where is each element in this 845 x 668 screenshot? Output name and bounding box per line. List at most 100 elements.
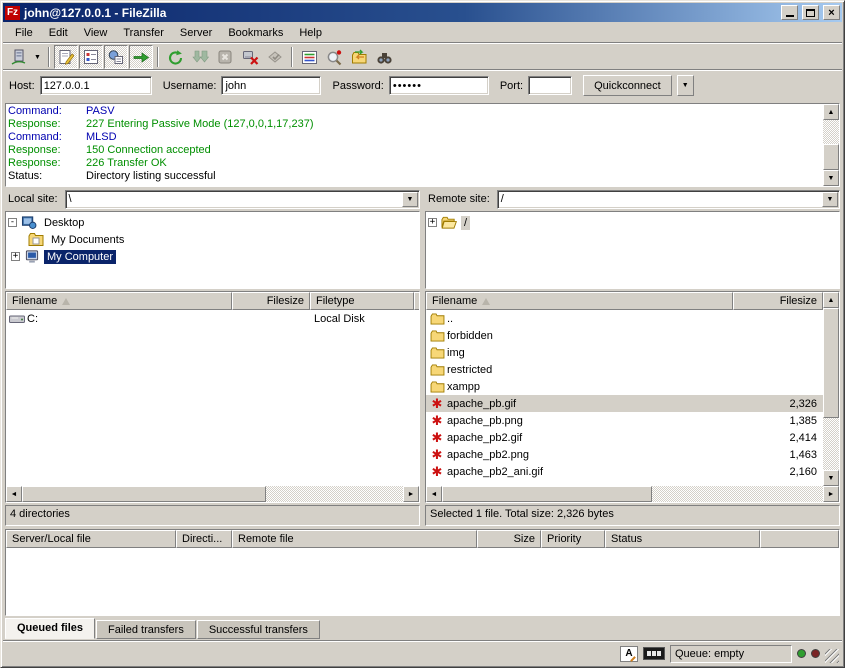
tree-item-desktop[interactable]: - Desktop	[8, 214, 417, 231]
find-files-icon	[376, 50, 393, 65]
local-list-status: 4 directories	[5, 505, 420, 526]
column-header-status[interactable]: Status	[605, 530, 760, 548]
quickconnect-button[interactable]: Quickconnect	[583, 75, 672, 96]
directory-comparison-button[interactable]	[322, 45, 346, 69]
synchronized-browsing-button[interactable]	[347, 45, 371, 69]
menu-bookmarks[interactable]: Bookmarks	[220, 24, 291, 42]
remote-hscroll-thumb[interactable]	[442, 486, 652, 502]
file-row[interactable]: ✱ apache_pb2_ani.gif 2,160	[426, 463, 823, 480]
filter-button[interactable]	[297, 45, 321, 69]
password-input[interactable]	[389, 76, 489, 95]
site-manager-button[interactable]	[6, 45, 30, 69]
file-row[interactable]: ..	[426, 310, 823, 327]
local-hscroll-thumb[interactable]	[22, 486, 266, 502]
queue-body[interactable]	[6, 548, 839, 615]
file-row[interactable]: C: Local Disk	[6, 310, 419, 327]
file-row[interactable]: ✱ apache_pb.png 1,385	[426, 412, 823, 429]
reconnect-button-disabled[interactable]	[263, 45, 287, 69]
scroll-up-icon[interactable]: ▲	[823, 292, 839, 308]
column-header-filesize[interactable]: Filesize	[232, 292, 310, 310]
header-label: Remote file	[238, 533, 294, 545]
log-scroll-thumb[interactable]	[823, 144, 839, 170]
tab-queued-files[interactable]: Queued files	[5, 618, 95, 639]
toggle-message-log-button[interactable]	[54, 45, 78, 69]
remote-horizontal-scrollbar[interactable]: ◄ ►	[426, 486, 839, 502]
remote-site-path: /	[498, 193, 822, 205]
scroll-right-icon[interactable]: ►	[823, 486, 839, 502]
expand-icon[interactable]: +	[11, 252, 20, 261]
disconnect-button[interactable]	[238, 45, 262, 69]
username-input[interactable]	[221, 76, 321, 95]
menu-server[interactable]: Server	[172, 24, 220, 42]
local-site-combo[interactable]: \ ▼	[65, 190, 420, 209]
tab-failed-transfers[interactable]: Failed transfers	[96, 620, 196, 639]
menu-help[interactable]: Help	[291, 24, 330, 42]
column-header-direction[interactable]: Directi...	[176, 530, 232, 548]
log-scrollbar[interactable]: ▲ ▼	[823, 104, 839, 186]
toggle-remote-tree-button[interactable]	[104, 45, 128, 69]
minimize-button[interactable]	[781, 5, 798, 20]
log-text: 226 Transfer OK	[86, 157, 167, 170]
scroll-down-icon[interactable]: ▼	[823, 470, 839, 486]
log-scroll-track[interactable]	[823, 120, 839, 170]
column-header-remote-file[interactable]: Remote file	[232, 530, 477, 548]
column-header-filesize[interactable]: Filesize	[733, 292, 823, 310]
log-text: MLSD	[86, 131, 117, 144]
scroll-up-icon[interactable]: ▲	[823, 104, 839, 120]
chevron-down-icon[interactable]: ▼	[822, 192, 838, 207]
process-queue-button-disabled[interactable]	[188, 45, 212, 69]
maximize-button[interactable]	[802, 5, 819, 20]
quickconnect-dropdown[interactable]: ▼	[677, 75, 694, 96]
menu-view[interactable]: View	[76, 24, 116, 42]
remote-file-rows: .. forbidden img	[426, 310, 823, 486]
remote-vscroll-track[interactable]	[823, 308, 839, 470]
remote-site-combo[interactable]: / ▼	[497, 190, 840, 209]
chevron-down-icon[interactable]: ▼	[402, 192, 418, 207]
find-files-button[interactable]	[372, 45, 396, 69]
remote-vertical-scrollbar[interactable]: ▲ ▼	[823, 292, 839, 486]
column-header-server-local-file[interactable]: Server/Local file	[6, 530, 176, 548]
close-button[interactable]: ×	[823, 5, 840, 20]
column-header-size[interactable]: Size	[477, 530, 541, 548]
file-row[interactable]: ✱ apache_pb2.png 1,463	[426, 446, 823, 463]
column-header-filename[interactable]: Filename	[426, 292, 733, 310]
host-input[interactable]	[40, 76, 152, 95]
file-row[interactable]: xampp	[426, 378, 823, 395]
expand-icon[interactable]: +	[428, 218, 437, 227]
tree-item-my-computer[interactable]: + My Computer	[11, 248, 417, 265]
refresh-button[interactable]	[163, 45, 187, 69]
menu-edit[interactable]: Edit	[41, 24, 76, 42]
column-header-last-modified[interactable]: L	[414, 292, 419, 310]
scroll-right-icon[interactable]: ►	[403, 486, 419, 502]
file-row[interactable]: restricted	[426, 361, 823, 378]
file-row[interactable]: ✱ apache_pb2.gif 2,414	[426, 429, 823, 446]
scroll-down-icon[interactable]: ▼	[823, 170, 839, 186]
menu-file[interactable]: File	[7, 24, 41, 42]
cancel-button-disabled[interactable]	[213, 45, 237, 69]
column-header-priority[interactable]: Priority	[541, 530, 605, 548]
scroll-left-icon[interactable]: ◄	[6, 486, 22, 502]
resize-grip[interactable]	[825, 649, 839, 663]
speed-limit-icon[interactable]	[643, 647, 665, 660]
column-header-filename[interactable]: Filename	[6, 292, 232, 310]
remote-hscroll-track[interactable]	[442, 486, 823, 502]
transfer-type-indicator[interactable]: A	[620, 646, 638, 662]
port-input[interactable]	[528, 76, 572, 95]
file-row[interactable]: forbidden	[426, 327, 823, 344]
local-hscroll-track[interactable]	[22, 486, 403, 502]
file-name: xampp	[447, 381, 733, 393]
column-header-filetype[interactable]: Filetype	[310, 292, 414, 310]
toggle-queue-button[interactable]	[129, 45, 153, 69]
tree-item-my-documents[interactable]: My Documents	[28, 231, 417, 248]
scroll-left-icon[interactable]: ◄	[426, 486, 442, 502]
tree-item-root[interactable]: + /	[428, 214, 837, 231]
file-row[interactable]: img	[426, 344, 823, 361]
menu-transfer[interactable]: Transfer	[115, 24, 172, 42]
collapse-icon[interactable]: -	[8, 218, 17, 227]
file-row-selected[interactable]: ✱ apache_pb.gif 2,326	[426, 395, 823, 412]
site-manager-dropdown[interactable]: ▼	[31, 46, 44, 68]
toggle-local-tree-button[interactable]	[79, 45, 103, 69]
tab-successful-transfers[interactable]: Successful transfers	[197, 620, 320, 639]
remote-vscroll-thumb[interactable]	[823, 308, 839, 418]
local-horizontal-scrollbar[interactable]: ◄ ►	[6, 486, 419, 502]
